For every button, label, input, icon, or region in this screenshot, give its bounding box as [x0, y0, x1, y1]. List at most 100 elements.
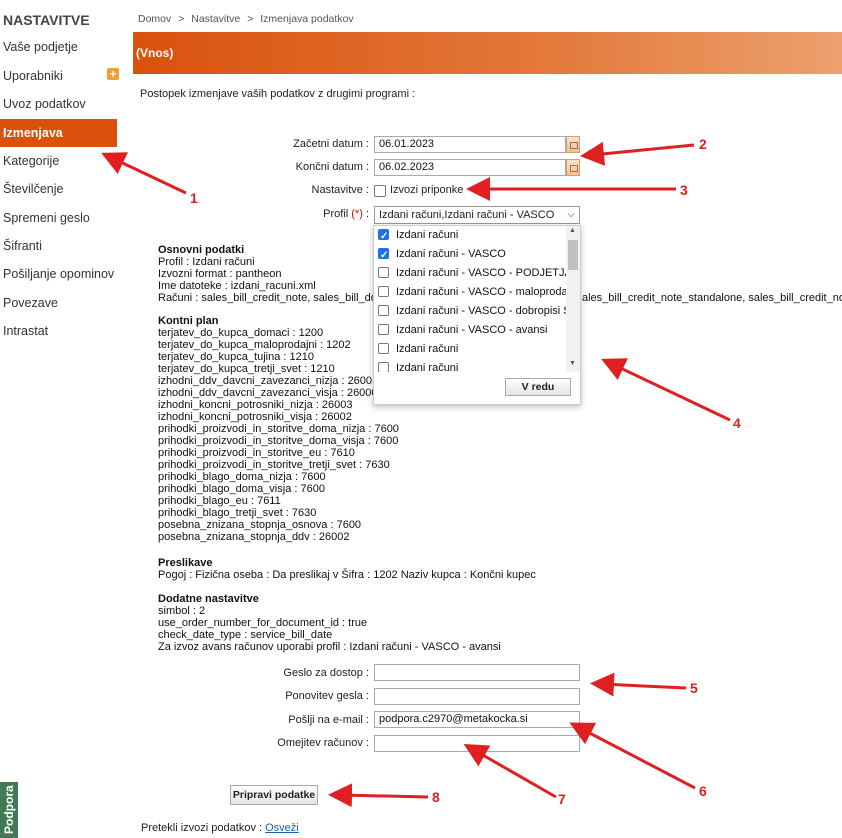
prepare-data-button[interactable]: Pripravi podatke [230, 785, 318, 805]
email-input[interactable]: podpora.c2970@metakocka.si [374, 711, 580, 728]
breadcrumb-current: Izmenjava podatkov [260, 13, 354, 25]
sidebar-item-connections[interactable]: Povezave [0, 292, 118, 315]
profile-option[interactable]: Izdani računi [378, 359, 458, 372]
annotation-label-8: 8 [432, 789, 440, 805]
option-checkbox[interactable] [378, 305, 389, 316]
sidebar-item-intrastat[interactable]: Intrastat [0, 320, 118, 343]
annotation-arrow-2 [580, 141, 695, 166]
password-label: Geslo za dostop : [283, 667, 369, 679]
profile-option[interactable]: Izdani računi [378, 226, 459, 246]
password-repeat-input[interactable] [374, 688, 580, 705]
option-checkbox[interactable] [378, 267, 389, 278]
password-input[interactable] [374, 664, 580, 681]
info-line: simbol : 2 [158, 605, 206, 617]
info-extra-title: Dodatne nastavitve [158, 593, 259, 605]
profile-option[interactable]: Izdani računi - VASCO - PODJETJA [378, 264, 566, 283]
account-line: izhodni_koncni_potrosniki_visja : 26002 [158, 411, 352, 423]
profile-label-colon: : [365, 208, 369, 220]
support-tab[interactable]: Podpora [0, 782, 18, 838]
option-checkbox[interactable] [378, 362, 389, 372]
sidebar-item-reminders[interactable]: Pošiljanje opominov [0, 263, 118, 286]
info-invoices-line-cont: ales_bill_credit_note_standalone, sales_… [582, 292, 842, 304]
profile-select[interactable]: Izdani računi,Izdani računi - VASCO ⌵ [374, 206, 580, 224]
info-line: Za izvoz avans računov uporabi profil : … [158, 641, 501, 653]
limit-label: Omejitev računov : [277, 737, 369, 749]
refresh-link[interactable]: Osveži [265, 822, 299, 834]
start-date-label: Začetni datum : [293, 138, 369, 150]
ok-button[interactable]: V redu [505, 378, 571, 396]
scroll-up-icon[interactable]: ▲ [569, 227, 576, 234]
breadcrumb-home[interactable]: Domov [138, 13, 171, 25]
profile-option[interactable]: Izdani računi - VASCO [378, 245, 506, 265]
option-label: Izdani računi - VASCO - avansi [396, 324, 548, 336]
section-header: (Vnos) [133, 32, 842, 74]
account-line: prihodki_proizvodi_in_storitve_eu : 7610 [158, 447, 355, 459]
profile-option[interactable]: Izdani računi - VASCO - avansi [378, 321, 547, 340]
annotation-label-2: 2 [699, 136, 707, 152]
calendar-icon[interactable] [566, 136, 580, 153]
email-label: Pošlji na e-mail : [288, 714, 369, 726]
info-line: Profil : Izdani računi [158, 256, 255, 268]
sidebar-item-company[interactable]: Vaše podjetje [0, 36, 118, 59]
annotation-label-3: 3 [680, 182, 688, 198]
profile-dropdown[interactable]: Izdani računi Izdani računi - VASCO Izdani… [373, 225, 581, 405]
annotation-label-7: 7 [558, 791, 566, 807]
calendar-icon[interactable] [566, 159, 580, 176]
profile-option[interactable]: Izdani računi [378, 340, 458, 359]
annotation-label-4: 4 [733, 415, 741, 431]
account-line: prihodki_proizvodi_in_storitve_tretji_sv… [158, 459, 390, 471]
account-line: prihodki_blago_doma_visja : 7600 [158, 483, 325, 495]
option-checkbox[interactable] [378, 246, 389, 265]
chevron-down-icon: ⌵ [567, 209, 575, 220]
scroll-down-icon[interactable]: ▼ [569, 360, 576, 367]
option-label: Izdani računi [396, 343, 459, 355]
sidebar-item-data-exchange[interactable]: Izmenjava podatkov [0, 119, 117, 168]
dropdown-scrollbar[interactable]: ▲ ▼ [566, 226, 580, 372]
option-checkbox[interactable] [378, 286, 389, 297]
info-line: Ime datoteke : izdani_racuni.xml [158, 280, 316, 292]
option-label: Izdani računi [396, 229, 459, 241]
annotation-label-6: 6 [699, 783, 707, 799]
sidebar-heading: NASTAVITVE [3, 12, 90, 28]
option-label: Izdani računi [396, 362, 459, 372]
option-checkbox[interactable] [378, 343, 389, 354]
info-line: check_date_type : service_bill_date [158, 629, 333, 641]
end-date-label: Končni datum : [295, 161, 369, 173]
sidebar-item-change-password[interactable]: Spremeni geslo [0, 207, 118, 230]
profile-option[interactable]: Izdani računi - VASCO - dobropisi S [378, 302, 566, 321]
info-mapping-title: Preslikave [158, 557, 213, 569]
sidebar-item-categories[interactable]: Kategorije [0, 150, 118, 173]
profile-options-list: Izdani računi Izdani računi - VASCO Izdani… [374, 226, 566, 372]
add-user-icon[interactable]: + [107, 68, 119, 80]
profile-label-text: Profil [323, 208, 349, 220]
breadcrumb-separator: > [178, 13, 185, 25]
scrollbar-thumb[interactable] [568, 240, 578, 270]
sidebar-item-numbering[interactable]: Številčenje [0, 178, 118, 201]
option-label: Izdani računi - VASCO - maloprodaja [396, 286, 566, 298]
option-label: Izdani računi - VASCO - dobropisi S [396, 305, 566, 317]
profile-option[interactable]: Izdani računi - VASCO - maloprodaja [378, 283, 566, 302]
annotation-arrow-8 [328, 783, 429, 808]
account-line: terjatev_do_kupca_tujina : 1210 [158, 351, 314, 363]
profile-label: Profil (*) : [323, 208, 369, 220]
sidebar-item-codebooks[interactable]: Šifranti [0, 235, 118, 258]
account-line: posebna_znizana_stopnja_osnova : 7600 [158, 519, 362, 531]
account-line: izhodni_ddv_davcni_zavezanci_visja : 260… [158, 387, 378, 399]
account-line: prihodki_blago_tretji_svet : 7630 [158, 507, 317, 519]
sidebar-item-import[interactable]: Uvoz podatkov [0, 93, 118, 116]
profile-select-value: Izdani računi,Izdani računi - VASCO [379, 209, 555, 221]
end-date-input[interactable]: 06.02.2023 [374, 159, 566, 176]
option-checkbox[interactable] [378, 227, 389, 246]
account-line: prihodki_blago_eu : 7611 [158, 495, 281, 507]
info-line: use_order_number_for_document_id : true [158, 617, 368, 629]
account-line: terjatev_do_kupca_domaci : 1200 [158, 327, 324, 339]
annotation-arrow-4 [601, 358, 731, 422]
export-attachments-checkbox[interactable] [374, 185, 386, 197]
info-basic-title: Osnovni podatki [158, 244, 245, 256]
start-date-input[interactable]: 06.01.2023 [374, 136, 566, 153]
breadcrumb-settings[interactable]: Nastavitve [191, 13, 240, 25]
settings-label: Nastavitve : [311, 184, 369, 196]
sidebar-item-users[interactable]: Uporabniki [0, 65, 118, 88]
invoice-limit-input[interactable] [374, 735, 580, 752]
option-checkbox[interactable] [378, 324, 389, 335]
